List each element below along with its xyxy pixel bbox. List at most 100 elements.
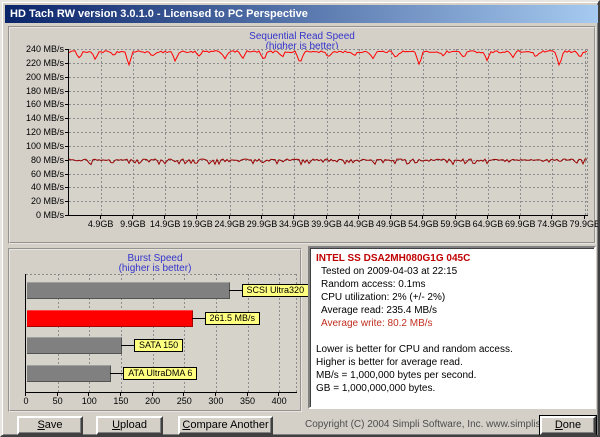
burst-x-axis-tick <box>119 393 121 396</box>
app-window: HD Tach RW version 3.0.1.0 - Licensed to… <box>0 0 600 437</box>
y-axis-tick <box>65 62 68 64</box>
x-axis-tick <box>228 216 230 219</box>
y-axis-tick <box>65 215 68 216</box>
burst-x-axis-label: 250 <box>176 396 192 406</box>
y-axis-tick <box>65 187 68 189</box>
burst-x-axis-label: 100 <box>81 396 97 406</box>
bar-label: SCSI Ultra320 <box>241 284 310 297</box>
drive-info-line: CPU utilization: 2% (+/- 2%) <box>321 292 446 303</box>
x-axis-tick <box>551 216 553 219</box>
x-axis-label: 79.9GB <box>569 219 600 229</box>
x-axis-label: 24.9GB <box>214 219 245 229</box>
bar-label-connector <box>120 345 134 346</box>
drive-info-panel: INTEL SS DSA2MH080G1G 045C Tested on 200… <box>308 246 596 409</box>
burst-speed-plot: SCSI Ultra320 261.5 MB/s SATA 150 ATA Ultra… <box>25 274 310 393</box>
y-axis-label: 60 MB/s <box>30 168 64 179</box>
drive-info-line: Average write: 80.2 MB/s <box>321 318 433 329</box>
bar-label: ATA UltraDMA 6 <box>123 367 198 380</box>
burst-bar <box>27 282 230 299</box>
x-axis-tick <box>164 216 166 219</box>
x-axis-label: 39.9GB <box>311 219 342 229</box>
bar-label-connector <box>228 290 242 291</box>
x-axis-tick <box>196 216 198 219</box>
x-axis-tick <box>583 216 585 219</box>
burst-x-axis-label: 200 <box>145 396 161 406</box>
burst-x-axis-tick <box>151 393 153 396</box>
x-axis-tick <box>486 216 488 219</box>
drive-info-line: Average read: 235.4 MB/s <box>321 305 437 316</box>
bar-label-connector <box>110 373 124 374</box>
upload-results-button[interactable]: Upload Results <box>96 416 163 435</box>
x-axis-label: 14.9GB <box>149 219 181 229</box>
y-axis-label: 40 MB/s <box>30 182 64 193</box>
burst-speed-subtitle: (higher is better) <box>118 263 192 274</box>
x-axis-tick <box>454 216 456 219</box>
y-axis-label: 20 MB/s <box>30 196 64 207</box>
x-axis-label: 34.9GB <box>279 219 310 229</box>
sequential-write-line <box>68 158 587 166</box>
y-axis-label: 220 MB/s <box>25 57 64 68</box>
x-axis-label: 74.9GB <box>537 219 568 229</box>
sequential-read-plot <box>68 49 588 216</box>
y-axis-label: 180 MB/s <box>25 85 64 96</box>
y-axis-tick <box>65 49 68 50</box>
x-axis-tick <box>390 216 392 219</box>
bar-label-connector <box>191 318 205 319</box>
burst-x-axis-label: 50 <box>52 396 63 406</box>
burst-x-axis-tick <box>183 393 185 396</box>
y-axis-tick <box>65 90 68 92</box>
burst-x-axis-tick <box>88 393 90 396</box>
x-axis-label: 69.9GB <box>504 219 536 229</box>
bar-label: SATA 150 <box>133 339 184 352</box>
y-axis-tick <box>65 104 68 106</box>
y-axis-label: 240 MB/s <box>25 44 64 54</box>
drive-model-text: INTEL SS DSA2MH080G1G 045C <box>316 253 471 264</box>
y-axis-label: 120 MB/s <box>25 127 64 137</box>
x-axis-tick <box>422 216 424 219</box>
burst-x-axis-label: 150 <box>113 396 129 406</box>
burst-x-axis-tick <box>25 393 26 396</box>
burst-x-axis-label: 300 <box>208 396 224 406</box>
save-results-button[interactable]: Save Results <box>17 416 83 435</box>
x-axis-label: 59.9GB <box>440 219 471 229</box>
y-axis-label: 140 MB/s <box>25 113 64 124</box>
burst-bar <box>27 337 122 354</box>
drive-info-line: MB/s = 1,000,000 bytes per second. <box>316 370 477 381</box>
x-axis-tick <box>519 216 521 219</box>
x-axis-label: 4.9GB <box>87 219 114 229</box>
sequential-read-panel: Sequential Read Speed (higher is better)… <box>8 26 598 244</box>
drive-info-line: Higher is better for average read. <box>316 357 463 368</box>
x-axis-label: 9.9GB <box>120 219 146 229</box>
x-axis-tick <box>357 216 359 219</box>
x-axis-label: 64.9GB <box>472 219 504 229</box>
copyright-text: Copyright (C) 2004 Simpli Software, Inc.… <box>305 419 596 430</box>
x-axis-tick <box>131 216 133 219</box>
x-axis-label: 54.9GB <box>408 219 439 229</box>
compare-another-drive-button[interactable]: Compare Another Drive <box>178 416 273 435</box>
done-button[interactable]: Done <box>539 415 597 435</box>
y-axis-label: 200 MB/s <box>25 71 64 82</box>
x-axis-tick <box>261 216 262 219</box>
x-axis-label: 19.9GB <box>182 219 213 229</box>
drive-info-line: Tested on 2009-04-03 at 22:15 <box>321 266 458 277</box>
y-axis-label: 80 MB/s <box>30 154 64 165</box>
burst-bar <box>27 365 112 382</box>
window-title: HD Tach RW version 3.0.1.0 - Licensed to… <box>10 8 308 20</box>
x-axis-tick <box>99 216 101 219</box>
x-axis-label: 29.9GB <box>246 219 278 229</box>
drive-info-line: Random access: 0.1ms <box>321 279 426 290</box>
drive-info-lines: Tested on 2009-04-03 at 22:15 Random acce… <box>316 265 588 395</box>
y-axis-label: 0 MB/s <box>35 210 64 220</box>
drive-info-line: GB = 1,000,000,000 bytes. <box>316 383 436 394</box>
burst-x-axis-tick <box>246 393 248 396</box>
drive-info-line: Lower is better for CPU and random acces… <box>316 344 513 355</box>
y-axis-tick <box>65 201 68 203</box>
burst-bar <box>27 310 193 327</box>
x-axis-label: 44.9GB <box>343 219 375 229</box>
sequential-read-line <box>68 50 588 67</box>
y-axis-tick <box>65 76 68 78</box>
drive-info-line <box>316 330 588 343</box>
y-axis-label: 160 MB/s <box>25 99 64 110</box>
y-axis-tick <box>65 173 68 175</box>
bar-label: 261.5 MB/s <box>204 312 261 325</box>
